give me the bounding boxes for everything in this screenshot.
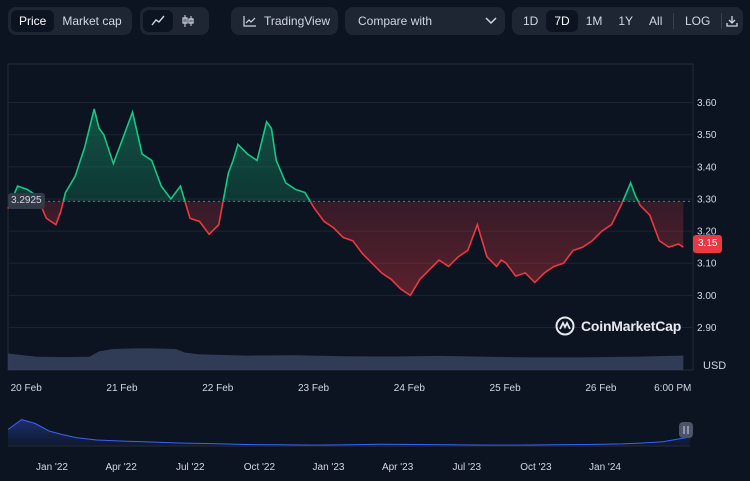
chevron-down-icon [485, 17, 497, 25]
tab-market-cap[interactable]: Market cap [54, 10, 129, 32]
current-price-label: 3.15 [693, 235, 723, 253]
y-tick-label: 3.10 [697, 259, 717, 270]
tradingview-button[interactable]: TradingView [231, 7, 338, 35]
view-toggle: Price Market cap [8, 7, 132, 35]
y-tick-label: 3.30 [697, 194, 717, 205]
navigator-tick-label: Jan '24 [589, 462, 621, 473]
tradingview-label: TradingView [264, 14, 331, 28]
tab-price[interactable]: Price [11, 10, 55, 32]
x-tick-label: 6:00 PM [654, 383, 691, 394]
watermark-text: CoinMarketCap [581, 318, 682, 334]
download-icon[interactable] [725, 10, 740, 32]
line-chart-icon[interactable] [143, 10, 173, 32]
navigator-tick-label: Jan '22 [36, 462, 68, 473]
price-chart[interactable]: 2.903.003.103.203.303.403.503.60 20 Feb 2… [0, 44, 750, 408]
range-1m[interactable]: 1M [578, 10, 611, 32]
tradingview-chart-icon [243, 15, 257, 27]
y-tick-label: 3.50 [697, 130, 717, 141]
range-1d[interactable]: 1D [515, 10, 546, 32]
x-tick-label: 26 Feb [585, 383, 617, 394]
candlestick-icon[interactable] [173, 10, 203, 32]
x-axis: 20 Feb 21 Feb 22 Feb 23 Feb 24 Feb 25 Feb 26 F… [11, 383, 692, 394]
y-tick-label: 3.60 [697, 98, 717, 109]
compare-with-dropdown[interactable]: Compare with [345, 7, 505, 35]
x-tick-label: 25 Feb [490, 383, 522, 394]
time-range-selector: 1D 7D 1M 1Y All LOG [512, 7, 743, 35]
y-tick-label: 3.40 [697, 162, 717, 173]
navigator-tick-label: Apr '23 [382, 462, 414, 473]
navigator-tick-label: Jul '22 [176, 462, 205, 473]
price-area-down [8, 201, 684, 296]
y-tick-label: 2.90 [697, 323, 717, 334]
range-navigator[interactable]: Jan '22 Apr '22 Jul '22 Oct '22 Jan '23 Apr '… [0, 408, 750, 481]
x-tick-label: 23 Feb [298, 383, 330, 394]
x-tick-label: 24 Feb [394, 383, 426, 394]
toolbar-divider [721, 13, 722, 29]
navigator-fill [8, 419, 690, 446]
range-1y[interactable]: 1Y [610, 10, 641, 32]
log-scale-button[interactable]: LOG [677, 10, 718, 32]
y-tick-label: 3.00 [697, 291, 717, 302]
range-7d[interactable]: 7D [546, 10, 578, 32]
navigator-tick-label: Jul '23 [452, 462, 481, 473]
volume-bars [8, 348, 684, 370]
start-price-label: 3.2925 [8, 193, 45, 209]
y-axis: 2.903.003.103.203.303.403.503.60 [697, 98, 717, 334]
coinmarketcap-logo-icon [555, 316, 575, 336]
navigator-tick-label: Apr '22 [105, 462, 137, 473]
price-area [8, 108, 684, 296]
navigator-axis: Jan '22 Apr '22 Jul '22 Oct '22 Jan '23 Apr '… [36, 462, 621, 473]
navigator-tick-label: Oct '23 [520, 462, 552, 473]
volume-area [8, 348, 684, 370]
navigator-handle[interactable] [679, 422, 693, 438]
chart-toolbar: Price Market cap TradingView Compare wit… [0, 0, 750, 44]
navigator-tick-label: Oct '22 [244, 462, 276, 473]
toolbar-divider [673, 13, 674, 29]
coinmarketcap-watermark: CoinMarketCap [555, 316, 681, 336]
currency-label: USD [703, 360, 727, 372]
chart-type-toggle [140, 7, 209, 35]
navigator-area [7, 419, 691, 447]
x-tick-label: 21 Feb [106, 383, 138, 394]
x-tick-label: 22 Feb [202, 383, 234, 394]
x-tick-label: 20 Feb [11, 383, 43, 394]
range-all[interactable]: All [641, 10, 670, 32]
navigator-tick-label: Jan '23 [313, 462, 345, 473]
compare-label: Compare with [358, 14, 433, 28]
